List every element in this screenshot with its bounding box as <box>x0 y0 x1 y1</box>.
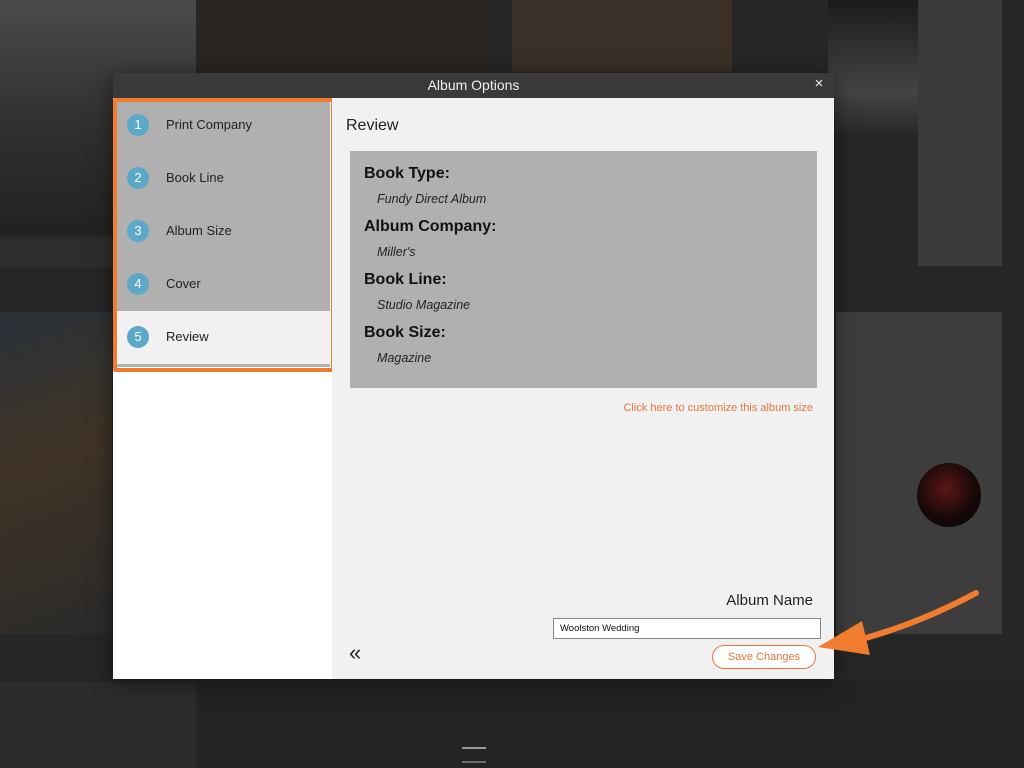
dialog-titlebar: Album Options × <box>113 73 834 98</box>
step-number-badge: 4 <box>127 273 149 295</box>
annotation-arrow-icon <box>818 590 979 655</box>
bg-page <box>918 0 1002 266</box>
step-number-badge: 5 <box>127 326 149 348</box>
double-chevron-left-icon[interactable]: « <box>349 641 361 665</box>
step-label: Print Company <box>166 117 252 132</box>
dialog-title: Album Options <box>427 77 520 93</box>
steps-sidebar: 1 Print Company 2 Book Line 3 Album Size… <box>113 98 335 679</box>
album-options-dialog: Album Options × 1 Print Company 2 Book L… <box>113 73 834 679</box>
summary-label-book-line: Book Line: <box>364 271 447 288</box>
step-number-badge: 3 <box>127 220 149 242</box>
step-book-line[interactable]: 2 Book Line <box>115 152 330 205</box>
step-label: Cover <box>166 276 201 291</box>
summary-value-book-line: Studio Magazine <box>377 298 471 312</box>
bg-toolbar <box>198 682 1024 768</box>
bg-photo-round <box>917 463 981 527</box>
summary-label-book-size: Book Size: <box>364 324 446 341</box>
step-label: Book Line <box>166 170 224 185</box>
summary-value-album-company: Miller's <box>377 245 416 259</box>
steps-list: 1 Print Company 2 Book Line 3 Album Size… <box>115 99 330 367</box>
close-icon[interactable]: × <box>811 76 827 92</box>
step-number-badge: 1 <box>127 114 149 136</box>
review-panel: Review Book Type: Fundy Direct Album Alb… <box>332 98 834 679</box>
album-summary: Book Type: Fundy Direct Album Album Comp… <box>350 151 817 388</box>
step-label: Album Size <box>166 223 232 238</box>
annotation-arrow-head <box>818 621 870 655</box>
summary-value-book-size: Magazine <box>377 351 432 365</box>
bg-panel <box>0 238 112 268</box>
step-cover[interactable]: 4 Cover <box>115 258 330 311</box>
album-name-input[interactable] <box>553 618 821 639</box>
step-number-badge: 2 <box>127 167 149 189</box>
bg-photo <box>512 0 732 72</box>
panel-heading: Review <box>346 117 399 134</box>
save-changes-button[interactable]: Save Changes <box>712 645 816 669</box>
album-name-label: Album Name <box>726 592 813 609</box>
summary-label-book-type: Book Type: <box>364 165 450 182</box>
customize-size-link[interactable]: Click here to customize this album size <box>623 402 813 414</box>
bg-grid-icon <box>462 747 486 763</box>
summary-value-book-type: Fundy Direct Album <box>377 192 487 206</box>
bg-photo-people <box>0 312 112 634</box>
step-print-company[interactable]: 1 Print Company <box>115 99 330 152</box>
annotation-arrow-shaft <box>859 590 979 642</box>
step-review[interactable]: 5 Review <box>115 311 330 364</box>
summary-label-album-company: Album Company: <box>364 218 497 235</box>
bg-photo <box>198 0 490 72</box>
bg-photo-portrait <box>828 0 924 132</box>
step-label: Review <box>166 329 209 344</box>
bg-panel <box>0 682 196 768</box>
step-album-size[interactable]: 3 Album Size <box>115 205 330 258</box>
